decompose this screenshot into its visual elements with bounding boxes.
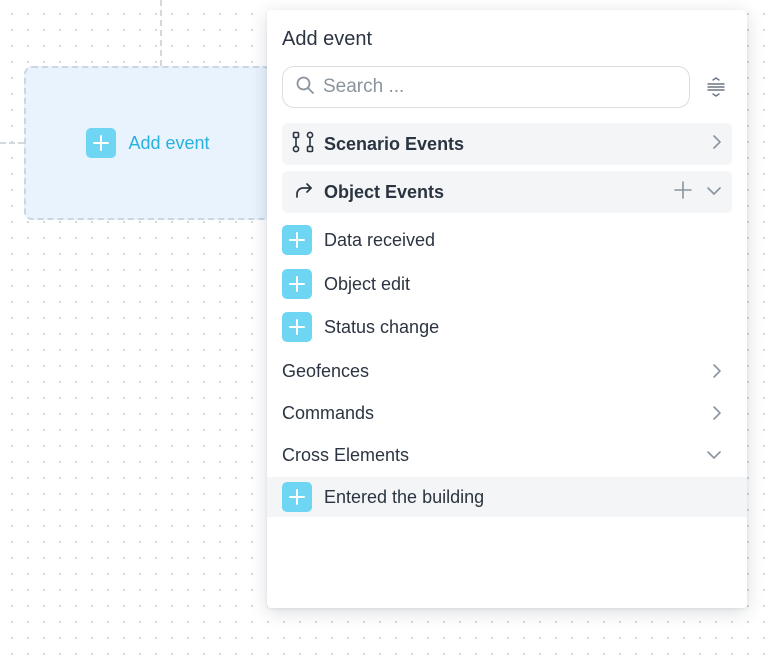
list-item-label: Data received xyxy=(324,229,436,250)
panel-title: Add event xyxy=(282,28,373,50)
add-event-node[interactable]: Add event xyxy=(24,66,272,220)
search-box[interactable] xyxy=(282,66,690,108)
branch-icon xyxy=(292,131,314,158)
chevron-right-icon[interactable] xyxy=(712,405,732,421)
collapse-all-icon[interactable] xyxy=(705,76,727,98)
category-label: Cross Elements xyxy=(282,444,410,465)
category-label: Commands xyxy=(282,402,375,423)
chevron-right-icon[interactable] xyxy=(712,134,722,155)
add-event-node-label: Add event xyxy=(128,132,210,153)
chevron-down-icon[interactable] xyxy=(706,183,722,201)
add-event-panel: Add event Scenario Events xyxy=(267,10,747,608)
chevron-right-icon[interactable] xyxy=(712,363,732,379)
group-object-events[interactable]: Object Events xyxy=(282,171,732,213)
category-cross-elements[interactable]: Cross Elements xyxy=(282,435,732,475)
search-icon xyxy=(295,75,315,100)
search-input[interactable] xyxy=(323,76,663,98)
plus-icon xyxy=(86,128,117,158)
category-label: Geofences xyxy=(282,360,370,381)
list-item-label: Entered the building xyxy=(324,486,485,507)
group-label: Scenario Events xyxy=(324,133,465,154)
connector-line-horizontal xyxy=(0,142,24,144)
category-commands[interactable]: Commands xyxy=(282,393,732,433)
category-geofences[interactable]: Geofences xyxy=(282,351,732,391)
plus-icon xyxy=(282,269,312,299)
list-item-object-edit[interactable]: Object edit xyxy=(282,264,732,304)
add-icon[interactable] xyxy=(674,180,692,204)
list-item-status-change[interactable]: Status change xyxy=(282,307,732,347)
plus-icon xyxy=(282,312,312,342)
group-label: Object Events xyxy=(324,181,445,202)
redirect-arrow-icon xyxy=(292,179,314,206)
list-item-label: Object edit xyxy=(324,273,411,294)
chevron-down-icon[interactable] xyxy=(706,450,732,460)
connector-line-vertical xyxy=(160,0,162,66)
plus-icon xyxy=(282,482,312,512)
list-item-data-received[interactable]: Data received xyxy=(282,220,732,260)
group-scenario-events[interactable]: Scenario Events xyxy=(282,123,732,165)
plus-icon xyxy=(282,225,312,255)
list-item-entered-the-building[interactable]: Entered the building xyxy=(267,477,747,517)
list-item-label: Status change xyxy=(324,316,440,337)
